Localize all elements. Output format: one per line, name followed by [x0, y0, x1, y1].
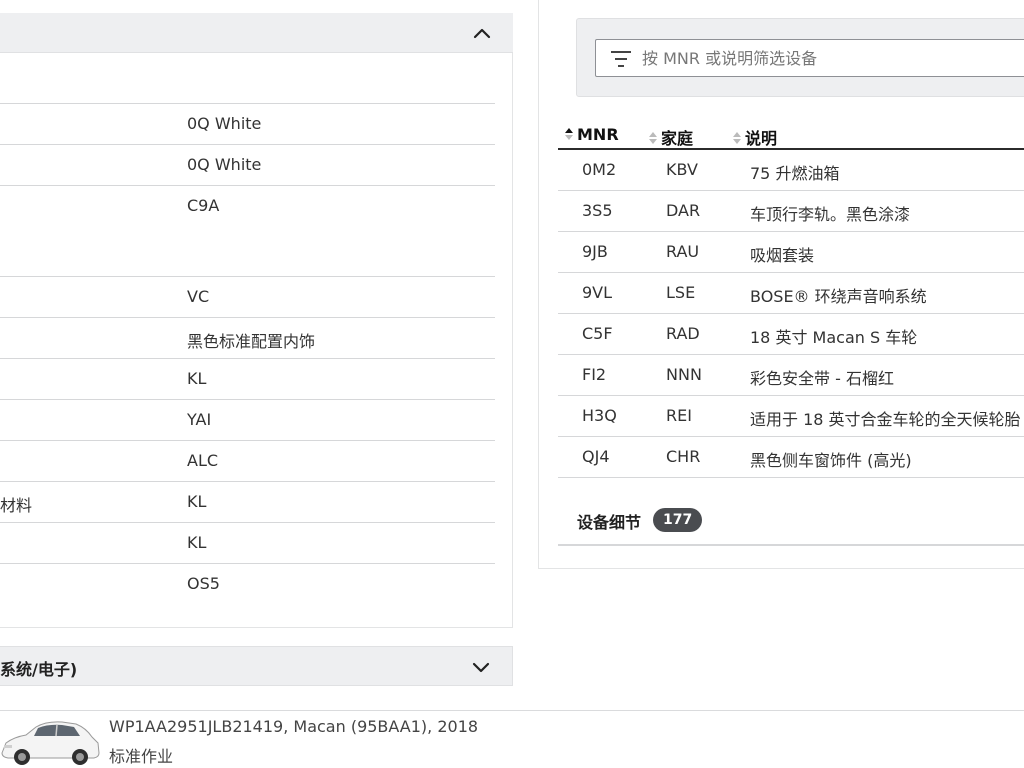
attribute-value: C9A: [187, 196, 220, 215]
vehicle-section-body: 0Q White 0Q White C9A VC 黑色标准配置内饰 KL YAI…: [0, 53, 513, 628]
vehicle-identification: WP1AA2951JLB21419, Macan (95BAA1), 2018: [109, 717, 479, 736]
attribute-row: 黑色标准配置内饰: [0, 317, 495, 358]
column-header-label: 家庭: [661, 129, 694, 148]
vehicle-details-panel: 0Q White 0Q White C9A VC 黑色标准配置内饰 KL YAI…: [0, 0, 513, 628]
column-header-label: 说明: [745, 129, 778, 148]
attribute-row: OS5: [0, 563, 495, 604]
table-row[interactable]: 0M2 KBV 75 升燃油箱: [558, 150, 1024, 191]
attribute-value: ALC: [187, 451, 219, 470]
cell-mnr: 9JB: [582, 242, 608, 261]
cell-mnr: 9VL: [582, 283, 613, 302]
equipment-details-footer[interactable]: 设备细节 177: [558, 478, 1024, 546]
equipment-table: MNR 家庭 说明 0M2 KBV 75 升燃油箱 3S5 DAR 车顶行李轨。…: [558, 120, 1024, 546]
cell-description: 车顶行李轨。黑色涂漆: [750, 205, 911, 224]
cell-mnr: C5F: [582, 324, 613, 343]
equipment-count-badge: 177: [653, 508, 703, 532]
cell-family: LSE: [666, 283, 696, 302]
cell-family: RAD: [666, 324, 700, 343]
attribute-value: OS5: [187, 574, 220, 593]
sort-ascending-icon: [565, 128, 573, 140]
table-header: MNR 家庭 说明: [558, 120, 1024, 150]
vehicle-section-header[interactable]: [0, 13, 513, 53]
attribute-value: KL: [187, 492, 207, 511]
equipment-panel: MNR 家庭 说明 0M2 KBV 75 升燃油箱 3S5 DAR: [538, 0, 1024, 569]
table-row[interactable]: 3S5 DAR 车顶行李轨。黑色涂漆: [558, 191, 1024, 232]
cell-family: DAR: [666, 201, 701, 220]
cell-family: NNN: [666, 365, 702, 384]
attribute-value: 黑色标准配置内饰: [187, 332, 316, 351]
cell-description: 75 升燃油箱: [750, 164, 840, 183]
equipment-filter-input[interactable]: [640, 40, 1024, 76]
column-header-label: MNR: [577, 125, 619, 144]
system-section-header[interactable]: 系统/电子): [0, 646, 513, 686]
attribute-list: 0Q White 0Q White C9A VC 黑色标准配置内饰 KL YAI…: [0, 103, 495, 604]
attribute-value: KL: [187, 533, 207, 552]
table-row[interactable]: QJ4 CHR 黑色侧车窗饰件 (高光): [558, 437, 1024, 478]
attribute-row: KL: [0, 358, 495, 399]
attribute-row: 材料 KL: [0, 481, 495, 522]
table-row[interactable]: FI2 NNN 彩色安全带 - 石榴红: [558, 355, 1024, 396]
cell-family: CHR: [666, 447, 701, 466]
chevron-down-icon[interactable]: [472, 659, 490, 675]
filter-icon: [611, 51, 631, 67]
attribute-value: KL: [187, 369, 207, 388]
cell-description: 适用于 18 英寸合金车轮的全天候轮胎: [750, 410, 1021, 429]
attribute-row: ALC: [0, 440, 495, 481]
attribute-row: C9A: [0, 185, 495, 276]
table-row[interactable]: 9VL LSE BOSE® 环绕声音响系统: [558, 273, 1024, 314]
attribute-row: VC: [0, 276, 495, 317]
equipment-details-label: 设备细节: [577, 513, 642, 532]
cell-mnr: H3Q: [582, 406, 617, 425]
sort-icon: [733, 132, 741, 144]
cell-mnr: 3S5: [582, 201, 613, 220]
attribute-label: 材料: [0, 496, 33, 515]
table-row[interactable]: H3Q REI 适用于 18 英寸合金车轮的全天候轮胎: [558, 396, 1024, 437]
attribute-value: 0Q White: [187, 155, 262, 174]
job-type: 标准作业: [109, 747, 174, 766]
chevron-up-icon[interactable]: [473, 25, 491, 41]
cell-mnr: QJ4: [582, 447, 610, 466]
attribute-row: 0Q White: [0, 103, 495, 144]
column-header-description[interactable]: 说明: [732, 125, 777, 149]
column-header-family[interactable]: 家庭: [648, 125, 693, 149]
system-section-title: 系统/电子): [0, 660, 78, 679]
attribute-value: YAI: [187, 410, 212, 429]
attribute-value: 0Q White: [187, 114, 262, 133]
attribute-value: VC: [187, 287, 210, 306]
attribute-row: YAI: [0, 399, 495, 440]
attribute-row: 0Q White: [0, 144, 495, 185]
table-row[interactable]: 9JB RAU 吸烟套装: [558, 232, 1024, 273]
vehicle-status-bar: WP1AA2951JLB21419, Macan (95BAA1), 2018 …: [0, 710, 1024, 768]
table-row[interactable]: C5F RAD 18 英寸 Macan S 车轮: [558, 314, 1024, 355]
column-header-mnr[interactable]: MNR: [564, 125, 619, 144]
sort-icon: [649, 132, 657, 144]
cell-family: REI: [666, 406, 692, 425]
cell-description: 吸烟套装: [750, 246, 815, 265]
filter-container: [576, 18, 1024, 97]
attribute-row: KL: [0, 522, 495, 563]
cell-description: 彩色安全带 - 石榴红: [750, 369, 894, 388]
cell-description: BOSE® 环绕声音响系统: [750, 287, 927, 306]
cell-description: 18 英寸 Macan S 车轮: [750, 328, 918, 347]
cell-family: KBV: [666, 160, 698, 179]
car-thumbnail-icon: [1, 721, 100, 765]
cell-mnr: 0M2: [582, 160, 617, 179]
cell-description: 黑色侧车窗饰件 (高光): [750, 451, 912, 470]
cell-family: RAU: [666, 242, 700, 261]
filter-field[interactable]: [595, 39, 1024, 77]
cell-mnr: FI2: [582, 365, 607, 384]
